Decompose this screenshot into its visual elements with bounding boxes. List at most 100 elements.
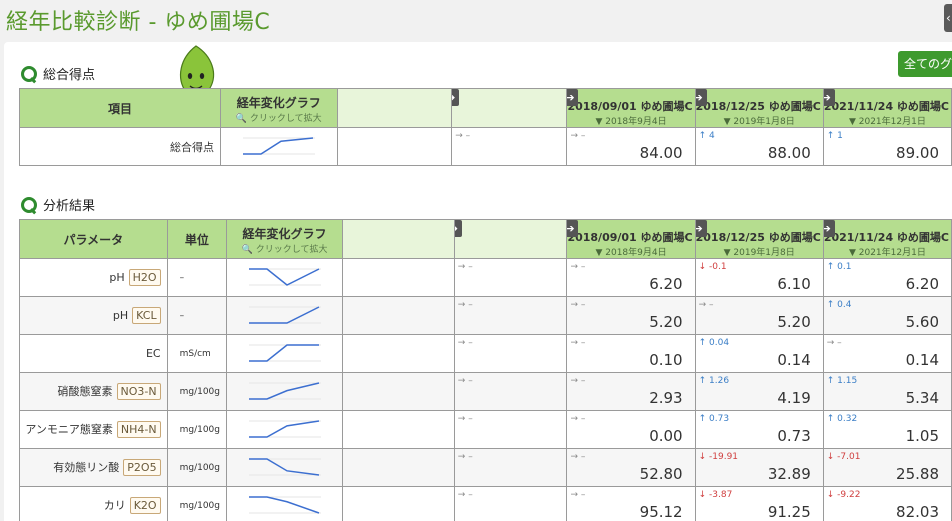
value-cell: → – 52.80 [566,448,696,487]
score-section-header: 総合得点 [20,64,95,83]
trend-graph[interactable] [226,448,343,487]
search-icon [20,196,38,214]
score-value-3: ↑ 1 89.00 [822,127,952,166]
value-cell: ↓ -9.22 82.03 [822,486,952,521]
value-cell: ↑ 1.26 4.19 [694,372,824,411]
parameter-label: 硝酸態窒素 [57,385,113,398]
score-section-title: 総合得点 [43,68,96,83]
table-row: pH KCL – → – → –5.20 → –5.20 ↑ 0.4 5.60 [19,296,952,335]
score-value-2: ↑ 4 88.00 [694,127,824,166]
sparkline-series [242,136,313,155]
delta-label: ↑ 0.73 [698,414,730,424]
arrow-right-icon[interactable]: ➔ [567,220,579,237]
value-label: 0.00 [649,427,683,445]
delta-label: ↓ -7.01 [826,452,861,462]
delta-label: → – [570,452,586,462]
delta-label: → – [570,338,586,348]
parameter-label: EC [145,347,161,360]
value-label: 6.20 [649,275,683,293]
trend-graph[interactable] [226,258,343,297]
date-header-3[interactable]: ➔ 2021/11/24 ゆめ圃場C▼ 2021年12月1日 [822,88,952,128]
analysis-section-title: 分析結果 [43,199,96,214]
trend-graph[interactable] [226,334,343,373]
value-cell: → – 2.93 [566,372,696,411]
blank-header [336,88,453,128]
empty-value-cell: → – [453,334,568,373]
unit-cell: – [166,296,228,335]
value-cell: → – 95.12 [566,486,696,521]
date-header-2[interactable]: ➔ 2018/12/25 ゆめ圃場C▼ 2019年1月8日 [694,219,824,259]
trend-graph[interactable] [226,486,343,521]
chevron-left-icon: ‹ [946,11,951,25]
empty-cell [341,410,455,449]
value-label: 52.80 [639,465,683,483]
parameter-label: pH [112,309,129,322]
delta-label: ↓ -9.22 [826,490,861,500]
date-header-2[interactable]: ➔ 2018/12/25 ゆめ圃場C▼ 2019年1月8日 [694,88,824,128]
value-label: 0.14 [777,351,811,369]
unit-cell: mg/100g [166,372,228,411]
trend-graph[interactable] [226,296,343,335]
value-label: 6.10 [777,275,811,293]
delta-label: ↑ 0.4 [826,300,852,310]
empty-value-cell: → – [453,410,568,449]
trend-sparkline [248,457,321,476]
analysis-section-header: 分析結果 [20,195,95,214]
all-graphs-button[interactable]: 全てのグ [898,51,952,77]
trend-sparkline [248,381,321,400]
parameter-cell: 硝酸態窒素 NO3-N [19,372,168,411]
unit-cell: mg/100g [166,486,228,521]
blank-header-2: ➔ [453,219,568,259]
sparkline-series [248,305,319,324]
trend-graph[interactable] [226,410,343,449]
formula-badge: KCL [132,307,161,324]
graph-header[interactable]: 経年変化グラフ 🔍 クリックして拡大 [219,88,338,128]
empty-value-cell: → – [451,127,568,166]
graph-header[interactable]: 経年変化グラフ 🔍 クリックして拡大 [226,219,343,259]
table-row: 硝酸態窒素 NO3-N mg/100g → – → –2.93 ↑ 1.26 4.19 ↑ 1… [19,372,952,411]
trend-graph[interactable] [219,127,338,166]
arrow-right-icon[interactable]: ➔ [824,220,835,237]
search-icon [20,65,38,83]
blank-header [341,219,455,259]
value-label: 5.60 [905,313,939,331]
value-label: 0.73 [777,427,811,445]
value-cell: ↑ 0.4 5.60 [822,296,952,335]
value-cell: ↓ -19.91 32.89 [694,448,824,487]
parameter-label: カリ [103,499,126,512]
delta-label: ↑ 0.32 [826,414,858,424]
value-cell: ↑ 0.32 1.05 [822,410,952,449]
value-label: 82.03 [896,503,939,521]
arrow-right-icon[interactable]: ➔ [824,89,835,106]
empty-cell [336,127,453,166]
parameter-cell: EC [19,334,168,373]
value-label: 0.10 [649,351,683,369]
delta-label: ↓ -0.1 [698,262,727,272]
arrow-right-icon[interactable]: ➔ [452,89,460,106]
value-cell: ↓ -7.01 25.88 [822,448,952,487]
arrow-right-icon[interactable]: ➔ [696,89,707,106]
trend-sparkline [248,305,321,324]
value-label: 25.88 [896,465,939,483]
trend-sparkline [248,267,321,286]
collapse-button[interactable]: ‹ [944,4,952,32]
parameter-cell: pH H2O [19,258,168,297]
trend-graph[interactable] [226,372,343,411]
parameter-cell: カリ K2O [19,486,168,521]
date-header-1[interactable]: ➔ 2018/09/01 ゆめ圃場C▼ 2018年9月4日 [566,219,696,259]
value-cell: → – 6.20 [566,258,696,297]
formula-badge: P2O5 [123,459,161,476]
trend-sparkline [248,419,321,438]
delta-label: → – [570,414,586,424]
date-header-1[interactable]: ➔ 2018/09/01 ゆめ圃場C▼ 2018年9月4日 [566,88,696,128]
arrow-right-icon[interactable]: ➔ [567,89,579,106]
unit-cell: mS/cm [166,334,228,373]
value-cell: ↑ 0.1 6.20 [822,258,952,297]
arrow-right-icon[interactable]: ➔ [696,220,707,237]
arrow-right-icon[interactable]: ➔ [455,220,462,237]
delta-label: → – [570,376,586,386]
empty-value-cell: → – [453,372,568,411]
table-row: アンモニア態窒素 NH4-N mg/100g → – → –0.00 ↑ 0.73 0.73… [19,410,952,449]
delta-label: → – [570,300,586,310]
date-header-3[interactable]: ➔ 2021/11/24 ゆめ圃場C▼ 2021年12月1日 [822,219,952,259]
